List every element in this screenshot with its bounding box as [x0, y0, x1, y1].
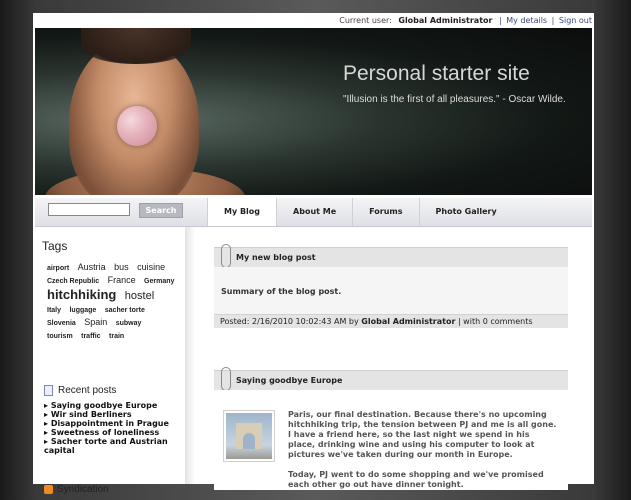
- bubblegum-bubble: [117, 106, 157, 146]
- blog-post: My new blog post Summary of the blog pos…: [214, 244, 568, 328]
- tab-forums[interactable]: Forums: [352, 198, 418, 226]
- tag-link[interactable]: airport: [47, 265, 69, 272]
- recent-posts-heading: Recent posts: [44, 385, 116, 396]
- post-summary: Summary of the blog post.: [221, 287, 342, 296]
- search-input[interactable]: [48, 203, 130, 216]
- post-author-link[interactable]: Global Administrator: [361, 317, 455, 326]
- current-user-label: Current user:: [339, 16, 392, 25]
- post-body: Summary of the blog post.: [214, 267, 568, 314]
- recent-posts-title: Recent posts: [58, 385, 117, 396]
- recent-post-link[interactable]: ▸ Sacher torte and Austrian capital: [44, 437, 184, 455]
- main-navbar: Search My Blog About Me Forums Photo Gal…: [35, 198, 592, 227]
- post-header: My new blog post: [214, 244, 568, 268]
- banner-photo-hair: [81, 28, 191, 64]
- paperclip-icon: [221, 367, 231, 391]
- recent-post-link[interactable]: ▸ Wir sind Berliners: [44, 410, 184, 419]
- post-content: Paris, our final destination. Because th…: [288, 410, 558, 500]
- header-banner: Personal starter site "Illusion is the f…: [35, 28, 592, 195]
- recent-posts-list: ▸ Saying goodbye Europe ▸ Wir sind Berli…: [44, 401, 184, 455]
- my-details-link[interactable]: My details: [506, 16, 547, 25]
- tag-link[interactable]: traffic: [81, 333, 100, 340]
- search-button[interactable]: Search: [139, 203, 183, 218]
- recent-post-link[interactable]: ▸ Saying goodbye Europe: [44, 401, 184, 410]
- tag-link[interactable]: Slovenia: [47, 320, 76, 327]
- site-title: Personal starter site: [343, 62, 530, 85]
- rss-icon[interactable]: [44, 485, 53, 494]
- nav-tabs: My Blog About Me Forums Photo Gallery: [207, 198, 513, 226]
- current-user-name: Global Administrator: [398, 16, 493, 25]
- tag-link[interactable]: France: [108, 275, 136, 285]
- syndication-heading: Syndication: [44, 484, 109, 495]
- post-title[interactable]: Saying goodbye Europe: [236, 371, 342, 390]
- document-icon: [44, 385, 53, 396]
- tab-my-blog[interactable]: My Blog: [207, 198, 277, 226]
- post-footer: Posted: 2/16/2010 10:02:43 AM by Global …: [214, 314, 568, 328]
- tab-photo-gallery[interactable]: Photo Gallery: [418, 198, 513, 226]
- post-paragraph: Today, PJ went to do some shopping and w…: [288, 470, 544, 489]
- post-meta: Posted: 2/16/2010 10:02:43 AM by: [220, 317, 359, 326]
- tab-about-me[interactable]: About Me: [276, 198, 352, 226]
- blog-post: Saying goodbye Europe Paris, our final d…: [214, 367, 568, 490]
- sidebar-divider: [185, 227, 195, 484]
- syndication-title: Syndication: [57, 484, 109, 495]
- post-comments-link[interactable]: | with 0 comments: [458, 317, 533, 326]
- page: Current user: Global Administrator | My …: [33, 13, 594, 495]
- post-title[interactable]: My new blog post: [236, 248, 316, 267]
- paperclip-icon: [221, 244, 231, 268]
- site-quote: "Illusion is the first of all pleasures.…: [343, 94, 566, 105]
- sidebar: Tags airport Austria bus cuisine Czech R…: [35, 227, 185, 495]
- tag-link[interactable]: Italy: [47, 307, 61, 314]
- tag-link[interactable]: Austria: [78, 262, 106, 272]
- recent-post-link[interactable]: ▸ Disappointment in Prague: [44, 419, 184, 428]
- post-body: Paris, our final destination. Because th…: [214, 390, 568, 490]
- tag-link[interactable]: Germany: [144, 278, 174, 285]
- tag-link[interactable]: cuisine: [137, 262, 165, 272]
- tag-link[interactable]: hostel: [125, 290, 154, 302]
- post-thumbnail[interactable]: [223, 410, 275, 462]
- tags-heading: Tags: [42, 239, 68, 253]
- tag-cloud: airport Austria bus cuisine Czech Republ…: [47, 261, 182, 342]
- post-paragraph: Paris, our final destination. Because th…: [288, 410, 557, 459]
- tag-link[interactable]: sacher torte: [105, 307, 145, 314]
- tag-link[interactable]: Czech Republic: [47, 278, 99, 285]
- tag-link[interactable]: Spain: [84, 317, 107, 327]
- tag-link[interactable]: subway: [116, 320, 142, 327]
- tag-link[interactable]: bus: [114, 262, 129, 272]
- tag-link[interactable]: luggage: [69, 307, 96, 314]
- tag-link[interactable]: tourism: [47, 333, 73, 340]
- tag-link[interactable]: train: [109, 333, 124, 340]
- recent-post-link[interactable]: ▸ Sweetness of loneliness: [44, 428, 184, 437]
- tag-link[interactable]: hitchhiking: [47, 287, 116, 302]
- sign-out-link[interactable]: Sign out: [559, 16, 592, 25]
- post-header: Saying goodbye Europe: [214, 367, 568, 391]
- top-user-bar: Current user: Global Administrator | My …: [339, 16, 592, 25]
